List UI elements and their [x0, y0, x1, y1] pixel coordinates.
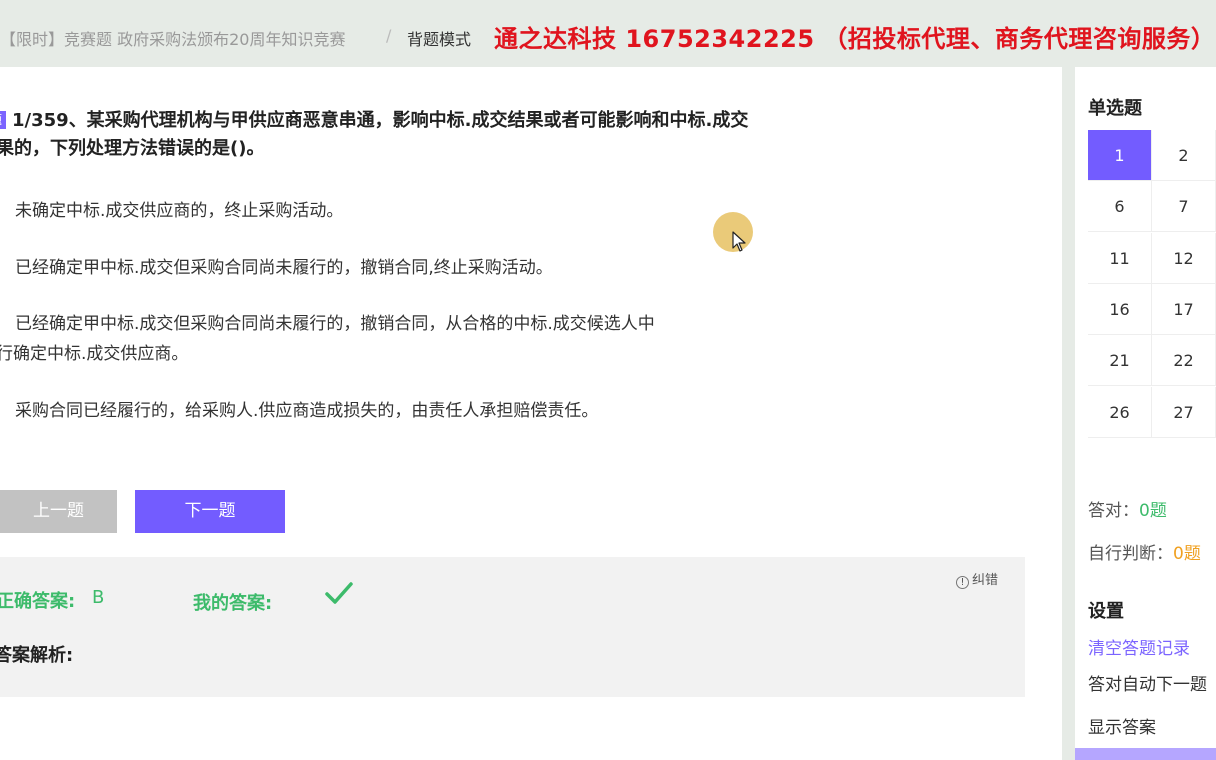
option-b-text: 已经确定甲中标.成交但采购合同尚未履行的，撤销合同,终止采购活动。 [15, 258, 553, 278]
correct-answer-value: B [92, 587, 105, 608]
question-number-2[interactable]: 2 [1152, 130, 1216, 181]
question-number-16[interactable]: 16 [1088, 283, 1152, 335]
option-c-text-line2: 行确定中标.成交供应商。 [0, 344, 189, 364]
breadcrumb-mode: 背题模式 [407, 30, 472, 49]
option-a-text: 未确定中标.成交供应商的，终止采购活动。 [15, 201, 344, 221]
question-number-12[interactable]: 12 [1152, 232, 1216, 284]
analysis-label: 答案解析: [0, 645, 74, 666]
question-title: 题 1/359、某采购代理机构与甲供应商恶意串通，影响中标.成交结果或者可能影响和… [0, 107, 860, 163]
option-c[interactable]: 已经确定甲中标.成交但采购合同尚未履行的，撤销合同，从合格的中标.成交候选人中 … [0, 309, 900, 369]
info-icon: ! [956, 576, 969, 589]
single-choice-title: 单选题 [1088, 98, 1142, 119]
report-error-label: 纠错 [972, 573, 999, 588]
option-b[interactable]: 已经确定甲中标.成交但采购合同尚未履行的，撤销合同,终止采购活动。 [0, 253, 900, 283]
auto-next-setting[interactable]: 答对自动下一题 [1088, 670, 1207, 695]
question-number-27[interactable]: 27 [1152, 386, 1216, 438]
question-title-line2: 果的，下列处理方法错误的是()。 [0, 138, 265, 159]
correct-count-label: 答对： [1088, 501, 1139, 521]
question-number-grid: 1 2 6 7 11 12 16 17 21 22 26 27 [1088, 130, 1216, 453]
top-bar: 【限时】竞赛题 政府采购法颁布20周年知识竞赛 / 背题模式 通之达科技 167… [0, 0, 1216, 67]
breadcrumb-separator: / [386, 26, 392, 45]
clear-records-link[interactable]: 清空答题记录 [1088, 634, 1190, 659]
question-type-tag: 题 [0, 111, 7, 129]
question-number-7[interactable]: 7 [1152, 181, 1216, 233]
question-number-17[interactable]: 17 [1152, 283, 1216, 335]
option-d[interactable]: 采购合同已经履行的，给采购人.供应商造成损失的，由责任人承担赔偿责任。 [0, 396, 900, 426]
next-question-button[interactable]: 下一题 [135, 490, 285, 533]
option-a[interactable]: 未确定中标.成交供应商的，终止采购活动。 [0, 196, 900, 226]
mouse-pointer-icon [732, 231, 746, 252]
question-title-line1: 1/359、某采购代理机构与甲供应商恶意串通，影响中标.成交结果或者可能影响和中… [12, 110, 749, 131]
question-panel: 题 1/359、某采购代理机构与甲供应商恶意串通，影响中标.成交结果或者可能影响和… [0, 67, 1062, 760]
question-number-6[interactable]: 6 [1088, 181, 1152, 233]
question-navigator: 单选题 1 2 6 7 11 12 16 17 21 22 26 27 答对：0题 自行判断：0题 设… [1075, 67, 1216, 760]
check-icon [325, 582, 353, 604]
breadcrumb-competition[interactable]: 【限时】竞赛题 政府采购法颁布20周年知识竞赛 [0, 26, 345, 50]
option-c-text-line1: 已经确定甲中标.成交但采购合同尚未履行的，撤销合同，从合格的中标.成交候选人中 [15, 314, 655, 334]
correct-count: 答对：0题 [1088, 496, 1167, 521]
self-judge-label: 自行判断： [1088, 544, 1173, 564]
question-number-26[interactable]: 26 [1088, 386, 1152, 438]
my-answer-label: 我的答案: [193, 593, 273, 614]
option-d-text: 采购合同已经履行的，给采购人.供应商造成损失的，由责任人承担赔偿责任。 [15, 401, 599, 421]
question-number-1[interactable]: 1 [1088, 130, 1152, 181]
correct-count-value: 0题 [1139, 501, 1167, 521]
question-number-11[interactable]: 11 [1088, 232, 1152, 284]
sidebar-bottom-bar [1075, 748, 1216, 760]
show-answer-setting[interactable]: 显示答案 [1088, 713, 1156, 738]
promo-banner-text: 通之达科技 16752342225 （招投标代理、商务代理咨询服务） [494, 25, 1216, 53]
prev-question-button[interactable]: 上一题 [0, 490, 117, 533]
report-error-button[interactable]: ! 纠错 [956, 569, 998, 589]
question-number-22[interactable]: 22 [1152, 335, 1216, 387]
self-judge-count: 自行判断：0题 [1088, 539, 1201, 564]
answer-panel: 正确答案: B 我的答案: 答案解析: ! 纠错 [0, 557, 1025, 697]
question-number-21[interactable]: 21 [1088, 335, 1152, 387]
self-judge-value: 0题 [1173, 544, 1201, 564]
correct-answer-label: 正确答案: [0, 591, 76, 612]
settings-title: 设置 [1088, 601, 1124, 622]
